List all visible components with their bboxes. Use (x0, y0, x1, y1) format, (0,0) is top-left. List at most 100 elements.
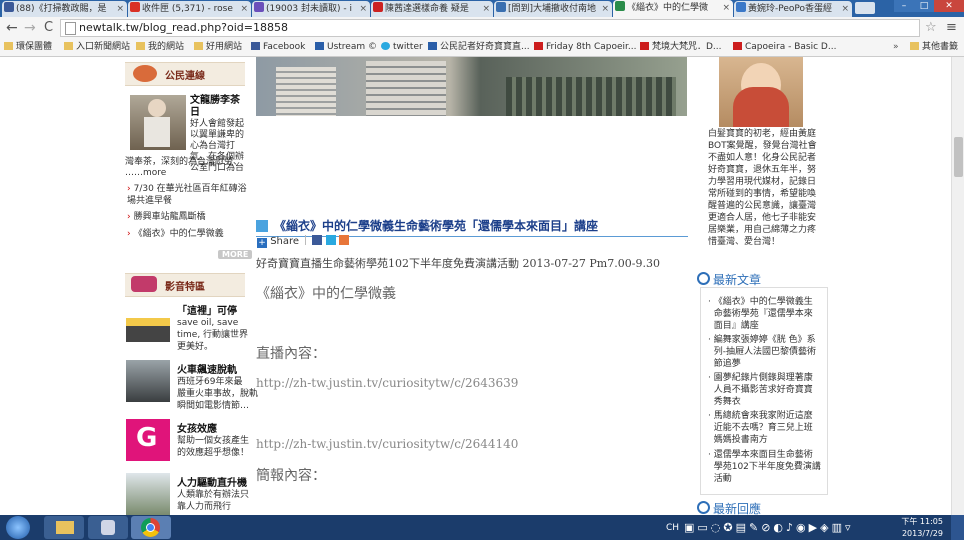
maximize-button[interactable]: □ (914, 0, 934, 12)
youtube-icon (534, 42, 543, 50)
twitter-icon (381, 42, 390, 50)
new-tab-button[interactable] (855, 2, 875, 14)
folder-icon (136, 42, 145, 50)
explorer-taskbar-button[interactable] (44, 516, 84, 539)
close-icon[interactable]: × (482, 1, 490, 17)
bookmark-other[interactable]: 其他書籤 (910, 39, 958, 56)
url-text: newtalk.tw/blog_read.php?oid=18858 (79, 21, 288, 34)
list-item[interactable]: 《緇衣》中的仁學微義 (127, 228, 249, 240)
summary-label: 簡報內容： (256, 468, 326, 484)
bookmark-youtube[interactable]: Capoeira - Basic D... (733, 39, 836, 56)
video-desc: 幫助一個女孩產生 的效應超乎想像！ (177, 436, 250, 458)
more-button[interactable]: MORE (218, 250, 253, 259)
stream-link[interactable]: http://zh-tw.justin.tv/curiositytw/c/264… (256, 376, 518, 390)
close-icon[interactable]: × (601, 1, 609, 17)
globe-icon (133, 65, 157, 82)
bookmark-folder[interactable]: 環保團體 (4, 39, 52, 56)
stream-link[interactable]: http://zh-tw.justin.tv/curiositytw/c/264… (256, 437, 518, 451)
facebook-icon (4, 2, 14, 12)
list-item[interactable]: 7/30 在華光社區百年紅磚浴場共進早餐 (127, 183, 249, 207)
chrome-taskbar-button[interactable] (131, 516, 171, 539)
clock[interactable]: 下午 11:05 2013/7/29 (893, 516, 943, 540)
tab-label: 陳茜達選樣命養 疑是 (385, 4, 469, 14)
video-title[interactable]: 人力驅動直升機 (177, 474, 247, 489)
show-desktop-button[interactable] (951, 515, 964, 540)
video-title[interactable]: 火車飆速脫軌 (177, 361, 237, 376)
browser-tab-active[interactable]: 《緇衣》中的仁學微 × (613, 0, 733, 17)
scrollbar-thumb[interactable] (954, 137, 963, 177)
bookmark-folder[interactable]: 我的網站 (136, 39, 184, 56)
menu-icon[interactable]: ≡ (946, 20, 957, 36)
twitter-icon[interactable] (325, 235, 336, 245)
bookmark-ustream[interactable]: Ustream © (315, 39, 377, 56)
list-item[interactable]: · 編舞家張婷婷《胱 色》系 列-抽屜人法國巴黎債藝術 節追夢 (708, 334, 823, 370)
bookmark-twitter[interactable]: twitter (381, 39, 423, 56)
list-item[interactable]: · 馬總統會來我家附近這麼 近能不去嗎？育三兒上班 媽媽投書南方 (708, 410, 823, 446)
plurk-icon[interactable] (338, 235, 349, 245)
video-desc: save oil, save time, 行動讓世界 更美好。 (177, 318, 249, 352)
video-thumbnail[interactable]: G (126, 419, 170, 461)
banner-image (256, 57, 687, 116)
video-thumbnail[interactable] (126, 302, 170, 342)
feature-continued: 灣奉茶，深刻的為台灣慰勞、 ……more (125, 157, 243, 178)
section-header-video: 影音特區 (125, 273, 245, 297)
browser-tab[interactable]: 黃婉玲-PeoPo香蛋經 × (734, 1, 852, 17)
folder-icon (910, 42, 919, 50)
feature-photo[interactable] (130, 95, 186, 150)
tab-label: [問到]大埔撤收付南地 (508, 4, 597, 14)
folder-icon (56, 521, 74, 534)
star-icon[interactable]: ☆ (925, 20, 937, 36)
browser-tab[interactable]: (19003 封未讀取) - i × (252, 1, 370, 17)
url-input[interactable]: newtalk.tw/blog_read.php?oid=18858 (60, 19, 920, 37)
latest-articles-heading: 最新文章 (697, 271, 761, 288)
minimize-button[interactable]: – (894, 0, 914, 12)
close-icon[interactable]: × (359, 1, 367, 17)
more-link[interactable]: ……more (125, 168, 166, 178)
close-icon[interactable]: × (116, 1, 124, 17)
video-desc: 人類靠於有辦法只 靠人力而飛行 (177, 490, 250, 512)
close-window-button[interactable]: ✕ (934, 0, 964, 12)
bookmark-folder[interactable]: 入口新聞網站 (64, 39, 130, 56)
forward-icon[interactable]: → (24, 20, 36, 36)
gmail-icon (130, 2, 140, 12)
section-title: 公民連線 (165, 71, 205, 82)
share-icon[interactable]: + (257, 238, 267, 248)
bookmark-curiosity[interactable]: 公民記者好奇寶寶直... (428, 39, 530, 56)
start-button[interactable] (6, 516, 30, 539)
chevron-right-icon[interactable]: » (893, 39, 899, 56)
media-taskbar-button[interactable] (88, 516, 128, 539)
blog-icon (615, 1, 625, 11)
browser-tab[interactable]: 陳茜達選樣命養 疑是 × (371, 1, 493, 17)
feature-title[interactable]: 文龍勝李茶日 (190, 95, 240, 118)
browser-tab[interactable]: (88)《打掃教政賜，是 × (2, 1, 127, 17)
bookmark-folder[interactable]: 好用網站 (194, 39, 242, 56)
list-item[interactable]: · 還儒學本來面目生命藝術 學苑102下半年度免費演講 活動 (708, 449, 823, 485)
bookmark-youtube[interactable]: Friday 8th Capoeir... (534, 39, 636, 56)
address-bar-row: ← → C newtalk.tw/blog_read.php?oid=18858… (0, 17, 964, 39)
page-scrollbar[interactable] (951, 57, 964, 515)
facebook-icon (251, 42, 260, 50)
facebook-icon[interactable] (312, 235, 323, 245)
reload-icon[interactable]: C (44, 20, 53, 36)
page-icon (65, 22, 76, 35)
share-button[interactable]: Share (270, 236, 299, 247)
back-icon[interactable]: ← (6, 20, 18, 36)
bookmark-facebook[interactable]: Facebook (251, 39, 305, 56)
list-item[interactable]: 勝興車站龍鳳斷橋 (127, 211, 249, 223)
tab-label: 收件匣 (5,371) - rose (142, 4, 233, 14)
youtube-icon (640, 42, 649, 50)
close-icon[interactable]: × (722, 0, 730, 16)
close-icon[interactable]: × (240, 1, 248, 17)
close-icon[interactable]: × (841, 1, 849, 17)
browser-tab[interactable]: 收件匣 (5,371) - rose × (128, 1, 251, 17)
bookmark-youtube[interactable]: 梵境大梵咒．D... (640, 39, 722, 56)
video-thumbnail[interactable] (126, 473, 170, 515)
language-indicator[interactable]: CH (666, 522, 679, 534)
list-item[interactable]: · 《緇衣》中的仁學微義生 命藝術學苑『還儒學本來 面目』講座 (708, 296, 823, 332)
browser-tab[interactable]: [問到]大埔撤收付南地 × (494, 1, 612, 17)
system-tray-icons[interactable]: ▣▭◌✪▤✎⊘◐♪◉▶◈▥▿ (684, 521, 853, 534)
video-title[interactable]: 「這裡」可停 (177, 302, 237, 317)
list-item[interactable]: · 園夢紀錄片側錄與理著康 人員不攝影苦求好奇寶寶 秀舞衣 (708, 372, 823, 408)
video-title[interactable]: 女孩效應 (177, 420, 217, 435)
video-thumbnail[interactable] (126, 360, 170, 402)
